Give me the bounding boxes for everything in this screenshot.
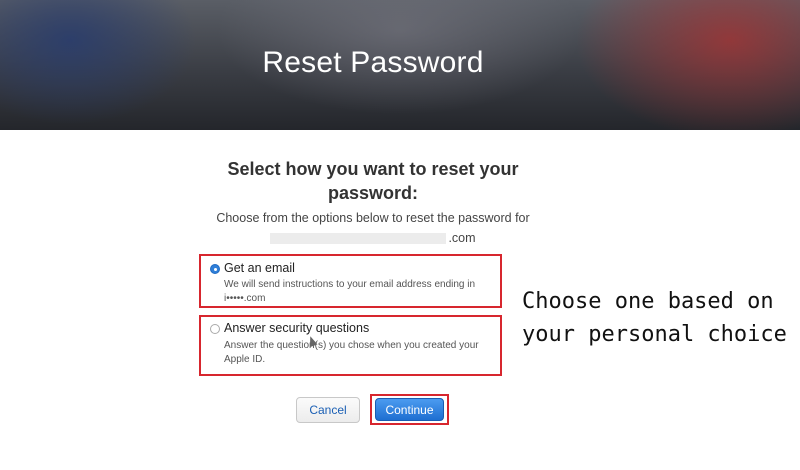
- option-security-questions[interactable]: Answer security questions Answer the que…: [199, 315, 502, 376]
- page-title: Reset Password: [262, 46, 484, 79]
- cancel-button[interactable]: Cancel: [296, 397, 360, 423]
- reset-instructions: Choose from the options below to reset t…: [190, 208, 556, 248]
- continue-button[interactable]: Continue: [375, 398, 444, 421]
- radio-unselected-icon[interactable]: [210, 324, 220, 334]
- reset-heading: Select how you want to reset your passwo…: [227, 159, 519, 203]
- radio-selected-icon[interactable]: [210, 264, 220, 274]
- option-email-label: Get an email: [224, 261, 295, 275]
- option-security-label: Answer security questions: [224, 321, 370, 335]
- option-email-description: We will send instructions to your email …: [224, 279, 476, 304]
- email-domain: .com: [448, 231, 476, 245]
- instructions-text: Choose from the options below to reset t…: [216, 211, 530, 225]
- annotation-note: Choose one based on your personal choice: [522, 289, 787, 347]
- masked-email-redaction: [270, 233, 447, 245]
- option-get-email[interactable]: Get an email We will send instructions t…: [199, 254, 502, 308]
- header-banner: Reset Password: [0, 0, 800, 130]
- option-security-description: Answer the question(s) you chose when yo…: [224, 340, 479, 365]
